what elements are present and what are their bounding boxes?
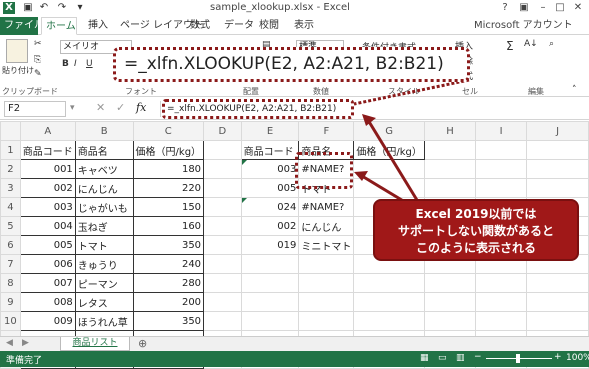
new-sheet-icon[interactable]: ⊕ — [138, 337, 147, 350]
next-sheet-icon[interactable]: ▶ — [22, 338, 29, 348]
zoom-in-icon[interactable]: + — [554, 352, 562, 362]
error-highlight-box — [295, 152, 353, 189]
zoom-slider-thumb[interactable] — [516, 354, 520, 363]
sheet-tab-product-list[interactable]: 商品リスト — [60, 337, 130, 351]
status-ready: 準備完了 — [6, 356, 43, 366]
status-bar: 準備完了 ▦ ▭ ▥ − + 100% — [0, 351, 589, 367]
page-break-view-icon[interactable]: ▥ — [456, 353, 465, 363]
arrow-to-formula — [366, 119, 422, 206]
prev-sheet-icon[interactable]: ◀ — [6, 338, 13, 348]
zoom-out-icon[interactable]: − — [474, 352, 482, 362]
zoom-level[interactable]: 100% — [566, 353, 589, 363]
normal-view-icon[interactable]: ▦ — [420, 353, 429, 363]
sheet-tab-bar: ◀ ▶ 商品リスト ⊕ — [0, 336, 589, 351]
page-layout-view-icon[interactable]: ▭ — [438, 353, 447, 363]
formula-zoom-callout: =_xlfn.XLOOKUP(E2, A2:A21, B2:B21) — [113, 47, 470, 82]
formula-highlight-box — [162, 99, 354, 119]
explanation-note: Excel 2019以前では サポートしない関数があると このように表示される — [373, 199, 579, 261]
